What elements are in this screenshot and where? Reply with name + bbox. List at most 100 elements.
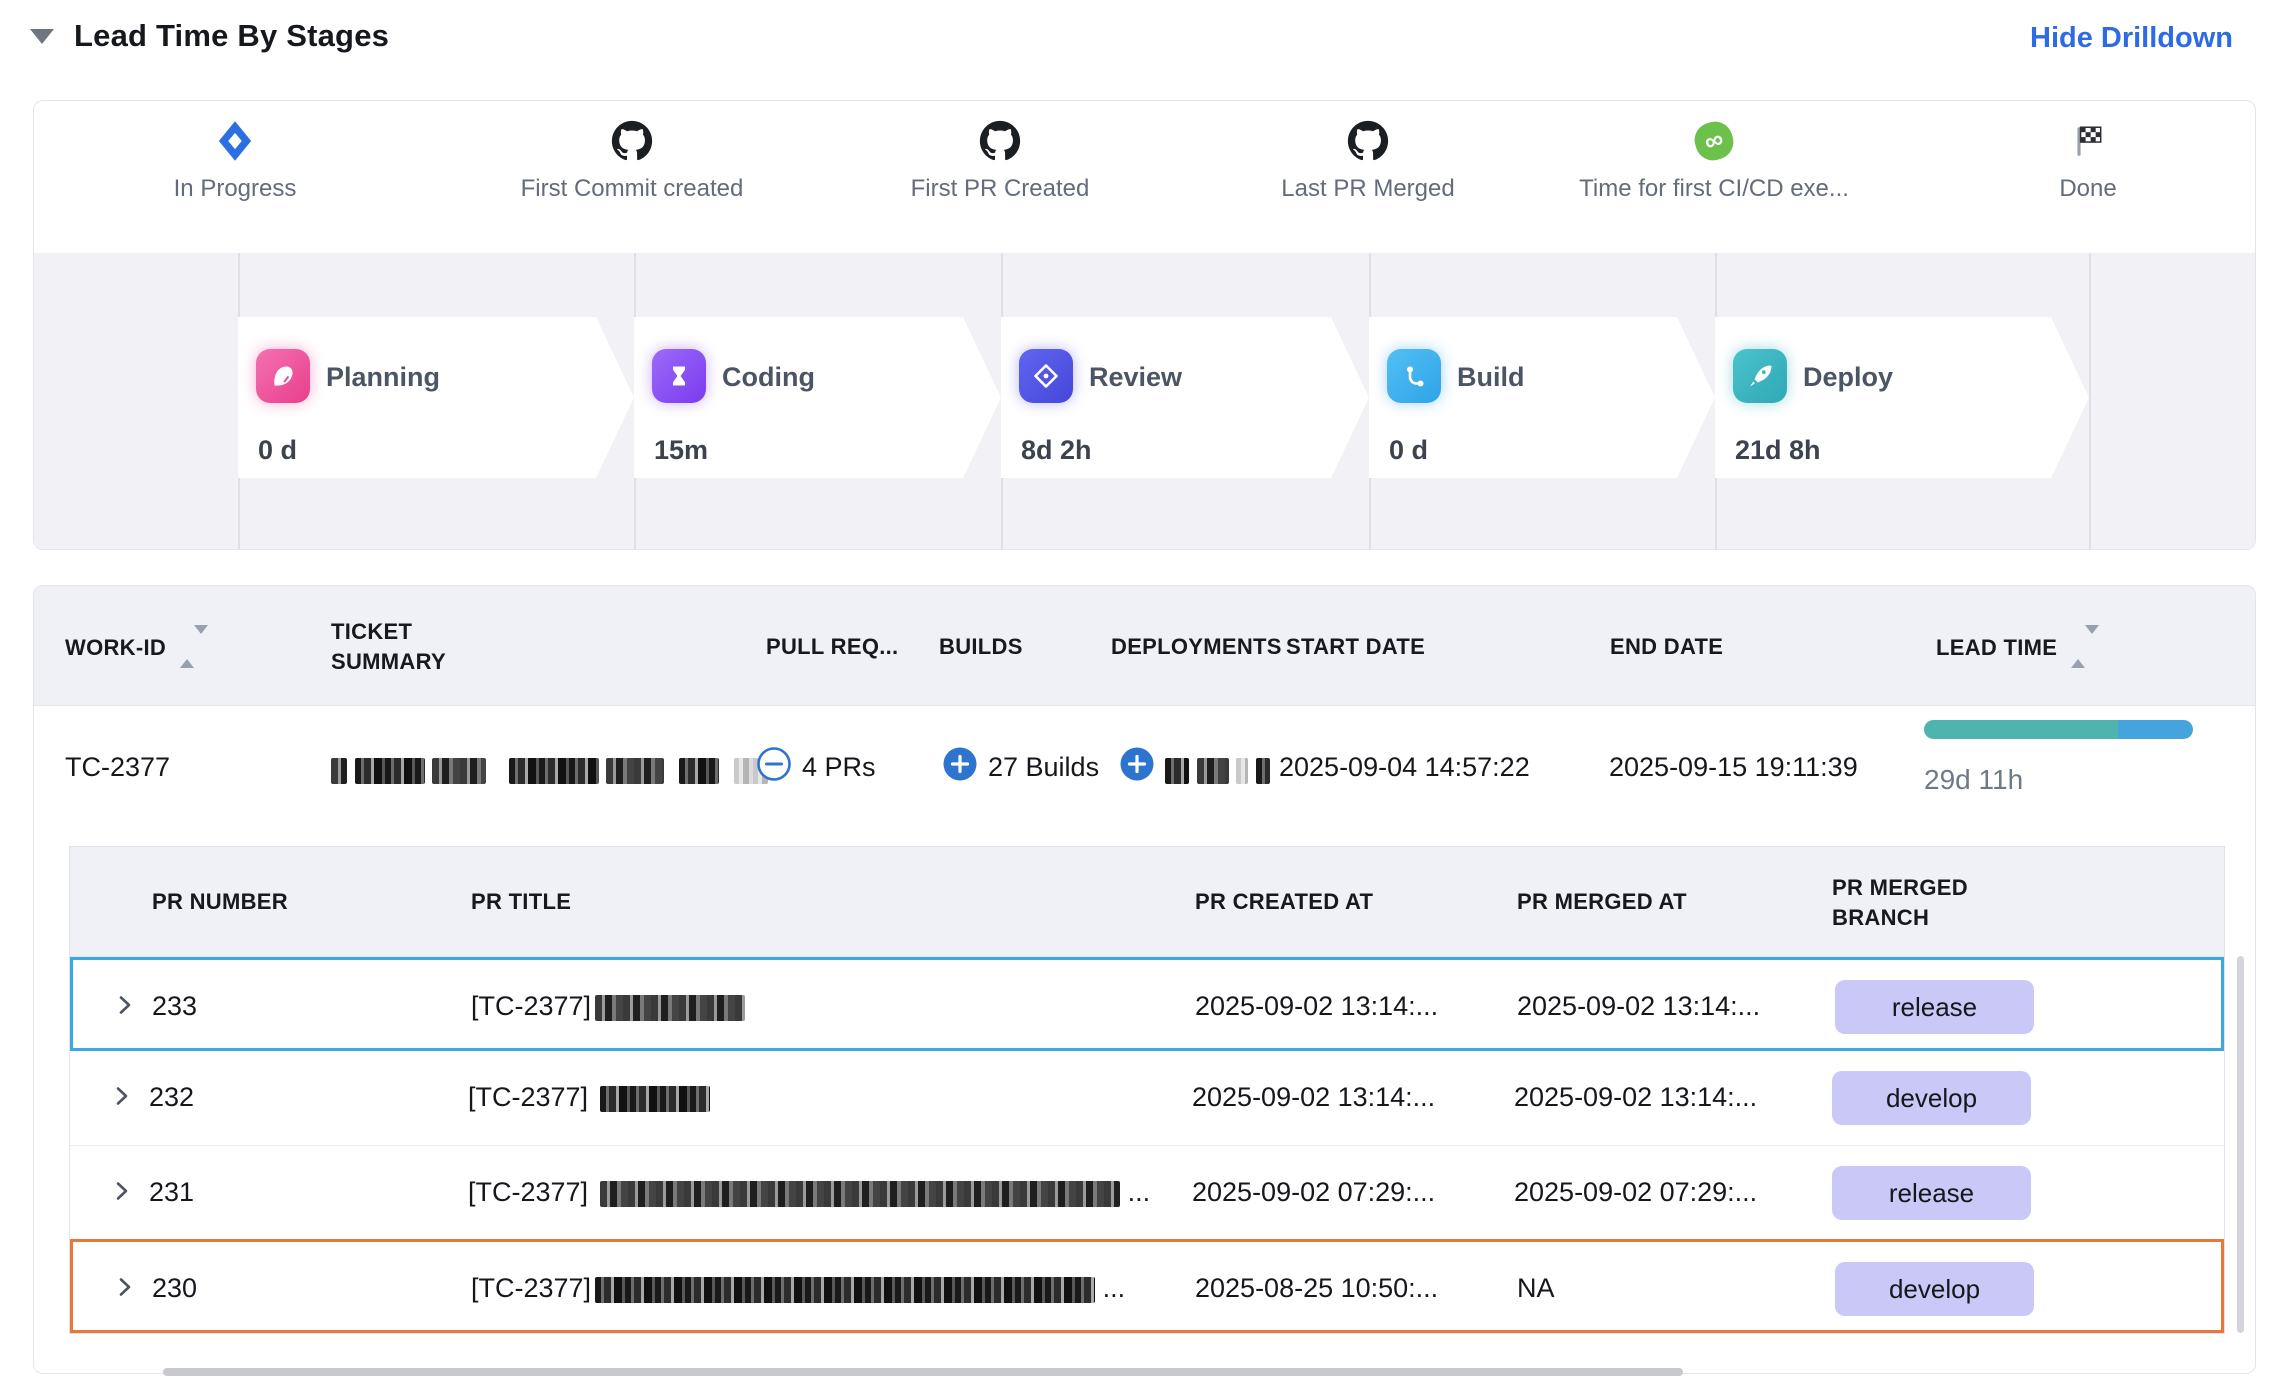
col-end-date: END DATE: [1610, 632, 1723, 662]
col-lead-time[interactable]: LEAD TIME: [1936, 632, 2099, 663]
pr-number: 233: [152, 991, 197, 1022]
stage-name: Build: [1457, 362, 1525, 393]
branch-badge: develop: [1832, 1071, 2031, 1125]
pr-row-233[interactable]: 233 [TC-2377] 2025-09-02 13:14:... 2025-…: [70, 957, 2224, 1051]
drilldown-table-panel: WORK-ID TICKET SUMMARY PULL REQ... BUILD…: [33, 585, 2256, 1374]
stage-duration: 0 d: [258, 435, 297, 466]
milestone-label: Time for first CI/CD exe...: [1564, 175, 1864, 203]
stage-name: Planning: [326, 362, 440, 393]
col-work-id[interactable]: WORK-ID: [65, 632, 208, 663]
milestone-first-commit: First Commit created: [482, 117, 782, 203]
page-title: Lead Time By Stages: [74, 18, 389, 54]
branch-badge: release: [1835, 980, 2034, 1034]
col-builds: BUILDS: [939, 632, 1023, 662]
pr-title: [TC-2377] ...: [468, 1177, 1150, 1208]
work-item-row[interactable]: TC-2377 4 PRs 27 Builds 2025-09-04 14:57…: [34, 706, 2255, 831]
col-work-id-label: WORK-ID: [65, 635, 166, 660]
redacted-deployments: [1165, 754, 1270, 785]
chevron-right-icon[interactable]: [113, 993, 137, 1017]
col-ticket-summary: TICKET SUMMARY: [331, 617, 481, 676]
pr-table-panel: PR NUMBER PR TITLE PR CREATED AT PR MERG…: [69, 846, 2225, 1334]
github-icon: [850, 117, 1150, 165]
pr-row-231[interactable]: 231 [TC-2377] ... 2025-09-02 07:29:... 2…: [70, 1145, 2224, 1239]
lead-bar-seg-teal: [1924, 720, 2118, 739]
milestone-label: In Progress: [85, 175, 385, 203]
milestone-cicd: ∞ Time for first CI/CD exe...: [1564, 117, 1864, 203]
chevron-right-icon[interactable]: [113, 1275, 137, 1299]
pr-created-at: 2025-08-25 10:50:...: [1195, 1273, 1438, 1304]
start-date-value: 2025-09-04 14:57:22: [1279, 752, 1530, 783]
collapse-prs-icon[interactable]: [756, 746, 792, 782]
milestone-label: First Commit created: [482, 175, 782, 203]
col-lead-time-label: LEAD TIME: [1936, 635, 2057, 660]
pr-number: 230: [152, 1273, 197, 1304]
branch-badge: develop: [1835, 1262, 2034, 1316]
end-date-value: 2025-09-15 19:11:39: [1609, 752, 1858, 783]
commit-path-icon: [1387, 349, 1441, 403]
expand-builds-icon[interactable]: [942, 746, 978, 782]
jira-diamond-icon: [85, 117, 385, 165]
stage-card-planning: Planning 0 d: [238, 317, 634, 478]
stage-name: Deploy: [1803, 362, 1893, 393]
expand-deployments-icon[interactable]: [1119, 746, 1155, 782]
pr-title: [TC-2377] ...: [471, 1273, 1125, 1304]
pr-row-232[interactable]: 232 [TC-2377] 2025-09-02 13:14:... 2025-…: [70, 1051, 2224, 1145]
builds-count: 27 Builds: [988, 752, 1099, 783]
chevron-right-icon[interactable]: [110, 1084, 134, 1108]
pr-table-header: PR NUMBER PR TITLE PR CREATED AT PR MERG…: [70, 847, 2224, 957]
milestone-last-pr-merged: Last PR Merged: [1218, 117, 1518, 203]
pr-number: 231: [149, 1177, 194, 1208]
col-start-date: START DATE: [1286, 632, 1425, 662]
stage-duration: 15m: [654, 435, 708, 466]
pr-created-at: 2025-09-02 13:14:...: [1195, 991, 1438, 1022]
pr-merged-at: 2025-09-02 13:14:...: [1517, 991, 1760, 1022]
pr-created-at: 2025-09-02 07:29:...: [1192, 1177, 1435, 1208]
hourglass-icon: [652, 349, 706, 403]
review-diamond-icon: [1019, 349, 1073, 403]
pull-requests-count: 4 PRs: [802, 752, 876, 783]
work-table-header: WORK-ID TICKET SUMMARY PULL REQ... BUILD…: [34, 586, 2255, 706]
section-header: Lead Time By Stages: [30, 18, 389, 54]
horizontal-scrollbar[interactable]: [163, 1368, 1683, 1376]
pr-row-230[interactable]: 230 [TC-2377] ... 2025-08-25 10:50:... N…: [70, 1239, 2224, 1333]
milestone-label: Last PR Merged: [1218, 175, 1518, 203]
github-icon: [1218, 117, 1518, 165]
work-id-value: TC-2377: [65, 752, 170, 783]
stage-duration: 8d 2h: [1021, 435, 1092, 466]
pr-merged-at: NA: [1517, 1273, 1555, 1304]
pr-created-at: 2025-09-02 13:14:...: [1192, 1082, 1435, 1113]
chevron-right-icon[interactable]: [110, 1179, 134, 1203]
stage-name: Review: [1089, 362, 1182, 393]
milestone-in-progress: In Progress: [85, 117, 385, 203]
vertical-scrollbar[interactable]: [2237, 956, 2244, 1333]
stage-card-coding: Coding 15m: [634, 317, 1001, 478]
checkered-flag-icon: [1938, 117, 2238, 165]
lead-time-stages-panel: In Progress First Commit created First P…: [33, 100, 2256, 550]
lead-time-value: 29d 11h: [1924, 764, 2023, 796]
hide-drilldown-link[interactable]: Hide Drilldown: [2030, 22, 2233, 55]
pr-title: [TC-2377]: [471, 991, 745, 1022]
sort-icon[interactable]: [180, 632, 208, 662]
stage-duration: 0 d: [1389, 435, 1428, 466]
redacted-ticket-summary: [331, 754, 768, 785]
pr-number: 232: [149, 1082, 194, 1113]
milestone-label: Done: [1938, 175, 2238, 203]
github-icon: [482, 117, 782, 165]
sort-icon[interactable]: [2071, 632, 2099, 662]
collapse-caret-icon[interactable]: [30, 29, 54, 44]
lead-time-bar: [1924, 720, 2193, 739]
pr-title: [TC-2377]: [468, 1082, 710, 1113]
planning-icon: [256, 349, 310, 403]
col-pr-number: PR NUMBER: [152, 887, 288, 917]
col-pr-merged-at: PR MERGED AT: [1517, 887, 1687, 917]
stage-duration: 21d 8h: [1735, 435, 1821, 466]
col-deployments: DEPLOYMENTS: [1111, 632, 1282, 662]
branch-badge: release: [1832, 1166, 2031, 1220]
milestone-done: Done: [1938, 117, 2238, 203]
milestone-label: First PR Created: [850, 175, 1150, 203]
rocket-icon: [1733, 349, 1787, 403]
pr-merged-at: 2025-09-02 07:29:...: [1514, 1177, 1757, 1208]
stage-name: Coding: [722, 362, 815, 393]
stage-separator: [2089, 253, 2091, 549]
col-pr-title: PR TITLE: [471, 887, 571, 917]
